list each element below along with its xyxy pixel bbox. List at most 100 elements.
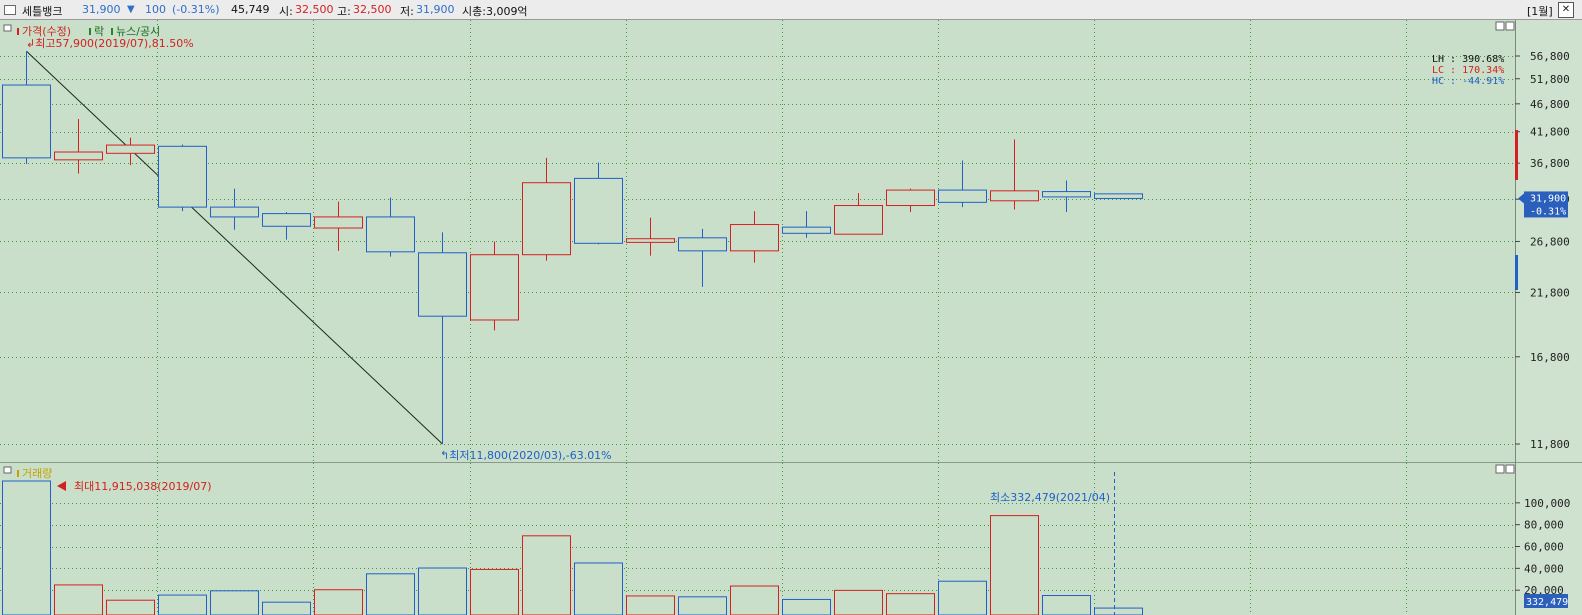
price-tick-label-8: 16,800 [1530, 351, 1570, 364]
candle-body-4 [210, 206, 259, 218]
volume-bar-5 [262, 601, 311, 615]
volume-bar-1 [54, 584, 103, 615]
menu-icon[interactable] [4, 5, 16, 15]
volume-bar-7 [366, 573, 415, 615]
candle-body-12 [626, 238, 675, 243]
candle-body-11 [574, 177, 623, 244]
price-tick-label-1: 51,800 [1530, 73, 1570, 86]
volume-bar-2 [106, 599, 155, 615]
current-change-tag-value: -0.31% [1530, 206, 1566, 217]
candle-body-21 [1094, 193, 1143, 199]
candle-body-2 [106, 144, 155, 154]
high-value: 32,500 [353, 3, 392, 16]
volume-bar-3 [158, 594, 207, 615]
candle-body-3 [158, 145, 207, 208]
volume-panel-close-icon[interactable] [1505, 464, 1515, 474]
hc-stat: HC : -44.91% [1432, 76, 1504, 87]
volume-bar-13 [678, 596, 727, 615]
price-panel-restore-icon[interactable] [1495, 21, 1505, 31]
current-price: 31,900 [82, 3, 121, 16]
candle-body-5 [262, 213, 311, 227]
candle-body-1 [54, 151, 103, 161]
legend-ex-marker [89, 28, 91, 35]
price-panel-menu-icon[interactable] [3, 24, 12, 32]
candle-body-16 [834, 205, 883, 235]
min-volume-annotation: 최소332,479(2021/04) [990, 491, 1110, 504]
open-value: 32,500 [295, 3, 334, 16]
volume-bar-8 [418, 567, 467, 615]
price-change-pct: (-0.31%) [172, 3, 220, 16]
current-volume-tag-value: 332,479 [1526, 597, 1568, 608]
legend-news-marker [111, 28, 113, 35]
volume-bar-10 [522, 535, 571, 615]
candle-body-19 [990, 190, 1039, 202]
volume-bar-15 [782, 598, 831, 615]
volume-bar-21 [1094, 607, 1143, 615]
min-price-annotation: ↰최저11,800(2020/03),-63.01% [440, 449, 612, 462]
candle-body-8 [418, 252, 467, 317]
candle-body-14 [730, 224, 779, 252]
volume-bar-6 [314, 589, 363, 615]
min-arrow-icon: ↰ [440, 449, 449, 462]
price-tick-label-9: 11,800 [1530, 438, 1570, 451]
candle-body-18 [938, 189, 987, 203]
volume-bar-19 [990, 515, 1039, 615]
volume-bar-20 [1042, 595, 1091, 615]
price-tick-label-7: 21,800 [1530, 286, 1570, 299]
volume-bar-17 [886, 593, 935, 615]
open-label: 시: [279, 5, 293, 18]
volume-tick-label-1: 80,000 [1524, 519, 1564, 532]
candle-3 [158, 144, 207, 212]
lc-stat: LC : 170.34% [1432, 65, 1504, 76]
stock-header-bar: 세틀뱅크 31,900 ▼ 100 (-0.31%) 45,749 시: 32,… [0, 0, 1582, 20]
market-cap: 시총:3,009억 [462, 5, 528, 18]
candle-body-17 [886, 189, 935, 207]
stock-name[interactable]: 세틀뱅크 [22, 3, 62, 19]
candle-body-10 [522, 182, 571, 256]
low-label: 저: [400, 5, 414, 18]
period-selector[interactable]: [1월] [1527, 3, 1553, 19]
price-tick-label-3: 41,800 [1530, 126, 1570, 139]
down-arrow-icon: ▼ [127, 4, 135, 15]
lh-stat: LH : 390.68% [1432, 54, 1504, 65]
price-tick-label-4: 36,800 [1530, 157, 1570, 170]
volume-bar-9 [470, 568, 519, 615]
max-price-text: 최고57,900(2019/07),81.50% [35, 37, 193, 50]
candle-body-0 [2, 84, 51, 159]
legend-volume[interactable]: 거래량 [22, 467, 52, 480]
max-price-annotation: ↲최고57,900(2019/07),81.50% [26, 37, 194, 50]
volume-panel-restore-icon[interactable] [1495, 464, 1505, 474]
volume-bar-0 [2, 480, 51, 615]
current-price-tag-value: 31,900 [1530, 193, 1566, 204]
volume-bar-12 [626, 595, 675, 615]
candle-body-20 [1042, 191, 1091, 198]
price-tick-label-2: 46,800 [1530, 98, 1570, 111]
candle-body-9 [470, 254, 519, 321]
candle-body-13 [678, 237, 727, 252]
candle-body-7 [366, 216, 415, 253]
legend-volume-marker [17, 470, 19, 477]
price-panel-close-icon[interactable] [1505, 21, 1515, 31]
candle-body-6 [314, 216, 363, 229]
stock-chart[interactable]: 56,80051,80046,80041,80036,80031,80026,8… [0, 20, 1582, 615]
candle-body-15 [782, 226, 831, 234]
volume-tick-label-0: 100,000 [1524, 497, 1570, 510]
volume-bar-18 [938, 580, 987, 615]
volume-panel-menu-icon[interactable] [3, 466, 12, 474]
volume-tick-label-2: 60,000 [1524, 541, 1564, 554]
volume-bar-14 [730, 585, 779, 615]
volume-value: 45,749 [231, 3, 270, 16]
price-range-bar-red [1515, 130, 1518, 180]
close-icon[interactable]: ✕ [1558, 2, 1574, 18]
price-change: 100 [145, 3, 166, 16]
high-label: 고: [337, 5, 351, 18]
min-price-text: 최저11,800(2020/03),-63.01% [449, 449, 611, 462]
price-range-bar-blue [1515, 255, 1518, 290]
candle-9 [470, 241, 519, 331]
volume-bar-4 [210, 590, 259, 615]
volume-bar-16 [834, 589, 883, 615]
volume-bar-11 [574, 562, 623, 615]
legend-price-marker [17, 28, 19, 35]
low-value: 31,900 [416, 3, 455, 16]
volume-tick-label-3: 40,000 [1524, 562, 1564, 575]
